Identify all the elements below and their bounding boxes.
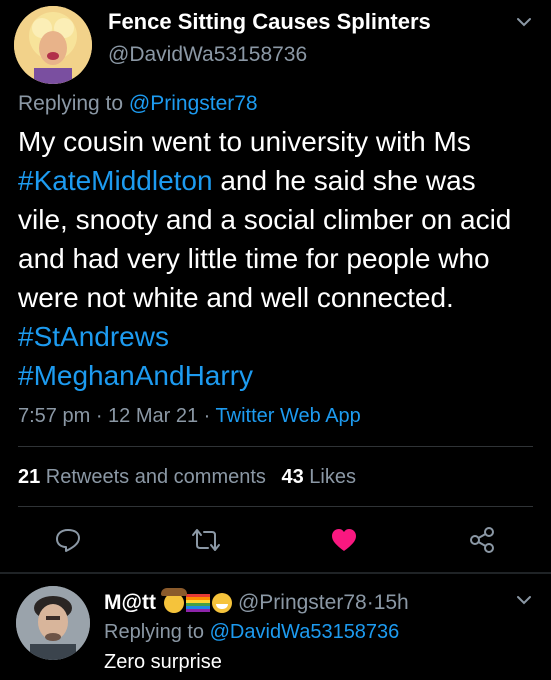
- reply-button[interactable]: [50, 522, 86, 558]
- likes-count: 43: [281, 466, 304, 488]
- heart-icon: [332, 529, 356, 551]
- retweet-button[interactable]: [188, 522, 224, 558]
- retweets-stat[interactable]: 21 Retweets and comments: [18, 466, 266, 488]
- reply-text: Zero surprise: [104, 651, 222, 673]
- tweet-source[interactable]: Twitter Web App: [216, 405, 361, 427]
- tweet-time[interactable]: 7:57 pm: [18, 405, 90, 427]
- rainbow-flag-icon: [185, 594, 210, 612]
- reply-menu-chevron-icon[interactable]: [514, 590, 534, 610]
- tweet-menu-chevron-icon[interactable]: [514, 12, 534, 32]
- author-name[interactable]: Fence Sitting Causes Splinters: [108, 9, 431, 35]
- author-avatar[interactable]: [14, 6, 92, 84]
- tweet-text-segment: My cousin went to university with Ms: [18, 126, 471, 157]
- divider: [18, 506, 533, 507]
- retweets-count: 21: [18, 466, 41, 488]
- like-button[interactable]: [326, 522, 362, 558]
- reply-replying-to-handle[interactable]: @DavidWa53158736: [210, 621, 400, 643]
- tweet-text: My cousin went to university with Ms #Ka…: [18, 122, 523, 395]
- reply-replying-to-line: Replying to @DavidWa53158736: [104, 621, 399, 644]
- tweet-date[interactable]: 12 Mar 21: [108, 405, 198, 427]
- reply-author-avatar[interactable]: [16, 586, 90, 660]
- reply-replying-to-label: Replying to: [104, 621, 210, 643]
- retweets-label: Retweets and comments: [40, 466, 266, 488]
- replying-to-handle[interactable]: @Pringster78: [129, 92, 258, 115]
- replying-to-label: Replying to: [18, 92, 129, 115]
- hashtag-meghanandharry[interactable]: #MeghanAndHarry: [18, 360, 253, 391]
- reply-icon: [56, 529, 80, 552]
- meta-separator: ·: [198, 405, 216, 427]
- likes-stat[interactable]: 43 Likes: [281, 466, 356, 488]
- divider: [18, 446, 533, 447]
- reply-age[interactable]: 15h: [374, 591, 409, 615]
- reply-author-name[interactable]: M@tt: [104, 591, 156, 615]
- share-button[interactable]: [464, 522, 500, 558]
- hashtag-katemiddleton[interactable]: #KateMiddleton: [18, 165, 213, 196]
- reply-handle[interactable]: @Pringster78: [238, 591, 367, 615]
- meta-separator: ·: [90, 405, 109, 427]
- likes-label: Likes: [303, 466, 356, 488]
- divider: [0, 572, 551, 574]
- share-icon: [470, 527, 494, 553]
- reply-separator: ·: [366, 591, 374, 614]
- tweet-meta: 7:57 pm · 12 Mar 21 · Twitter Web App: [18, 405, 361, 428]
- grinning-emoji-icon: [211, 593, 232, 613]
- retweet-icon: [192, 529, 220, 551]
- author-avatar-image: [14, 6, 92, 84]
- author-handle[interactable]: @DavidWa53158736: [108, 43, 307, 67]
- replying-to-line: Replying to @Pringster78: [18, 92, 258, 116]
- reply-header: M@tt @Pringster78 · 15h: [104, 588, 409, 615]
- tweet-stats: 21 Retweets and comments 43 Likes: [18, 466, 356, 489]
- hashtag-standrews[interactable]: #StAndrews: [18, 321, 169, 352]
- reply-avatar-image: [16, 586, 90, 660]
- cowboy-emoji-icon: [160, 588, 187, 613]
